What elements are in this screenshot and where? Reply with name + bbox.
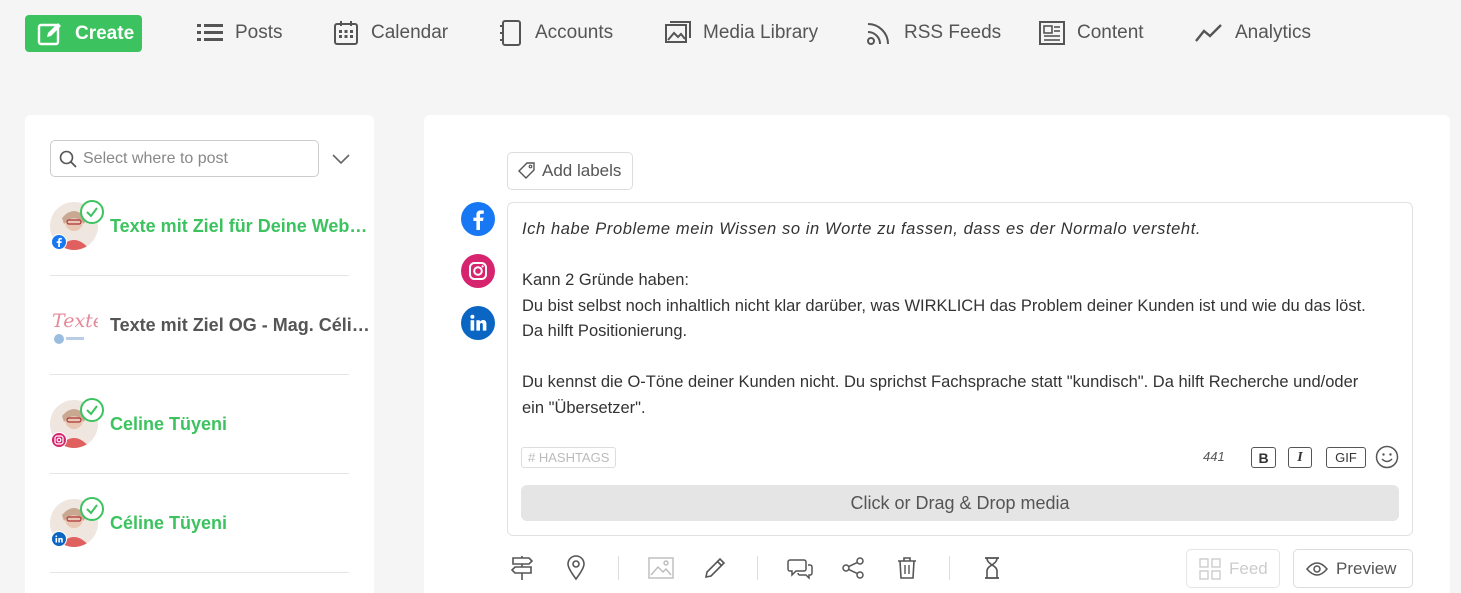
nav-media-library-label: Media Library <box>703 22 819 43</box>
post-text-area[interactable]: Ich habe Probleme mein Wissen so in Wort… <box>507 202 1413 536</box>
account-avatar <box>50 200 104 250</box>
nav-analytics-label: Analytics <box>1235 22 1312 43</box>
post-text[interactable]: Ich habe Probleme mein Wissen so in Wort… <box>522 217 1402 421</box>
account-item[interactable]: Texte mit Ziel für Deine Web… <box>50 177 367 276</box>
calendar-icon <box>333 20 359 46</box>
post-line: Du kennst die O-Töne deiner Kunden nicht… <box>522 373 1359 391</box>
post-line: ein "Übersetzer". <box>522 398 646 417</box>
nav-media-library[interactable]: Media Library <box>665 18 818 48</box>
nav-posts-label: Posts <box>235 22 283 43</box>
trend-icon <box>1195 23 1223 43</box>
account-avatar: Texte <box>50 301 98 349</box>
nav-accounts[interactable]: Accounts <box>499 18 613 48</box>
chevron-down-icon[interactable] <box>331 149 351 169</box>
emoji-icon[interactable] <box>1375 445 1399 469</box>
account-name: Celine Tüyeni <box>110 413 228 434</box>
feed-button[interactable]: Feed <box>1186 549 1280 588</box>
nav-accounts-label: Accounts <box>535 22 614 43</box>
account-name: Texte mit Ziel für Deine Web… <box>110 215 368 236</box>
nav-rss-feeds[interactable]: RSS Feeds <box>866 18 1001 48</box>
italic-button[interactable]: I <box>1288 447 1312 468</box>
post-line: Da hilft Positionierung. <box>522 322 688 340</box>
post-line <box>522 345 1402 371</box>
linkedin-icon <box>51 531 67 547</box>
edit-icon <box>37 22 61 45</box>
instagram-icon <box>51 432 67 448</box>
post-line: Ich habe Probleme mein Wissen so in Wort… <box>522 220 1202 238</box>
account-avatar <box>50 398 104 448</box>
accounts-icon <box>499 20 523 46</box>
facebook-icon[interactable] <box>461 202 495 236</box>
hourglass-icon[interactable] <box>979 555 1005 581</box>
preview-label: Preview <box>1336 558 1397 578</box>
media-drop-zone[interactable]: Click or Drag & Drop media <box>521 485 1399 521</box>
eye-icon <box>1306 561 1328 576</box>
comments-icon[interactable] <box>787 555 813 581</box>
share-icon[interactable] <box>840 555 866 581</box>
nav-calendar[interactable]: Calendar <box>333 18 448 48</box>
nav-analytics[interactable]: Analytics <box>1195 18 1311 48</box>
signpost-icon[interactable] <box>509 555 535 581</box>
account-search-input[interactable] <box>83 149 303 168</box>
rss-icon <box>866 20 892 46</box>
toolbar-divider <box>949 556 950 580</box>
image-icon[interactable] <box>648 555 674 581</box>
linkedin-icon[interactable] <box>461 306 495 340</box>
brand-logo: Texte <box>50 301 98 349</box>
account-item[interactable]: Texte Texte mit Ziel OG - Mag. Céli… <box>50 276 370 375</box>
preview-button[interactable]: Preview <box>1293 549 1413 588</box>
instagram-icon[interactable] <box>461 254 495 288</box>
post-editor-panel: Add labels Ich habe Probleme mein Wissen… <box>424 115 1450 593</box>
logo-text: Texte <box>52 310 98 332</box>
toolbar-divider <box>757 556 758 580</box>
account-name: Texte mit Ziel OG - Mag. Céli… <box>110 314 370 335</box>
tag-icon <box>518 162 535 179</box>
post-line: Du bist selbst noch inhaltlich nicht kla… <box>522 296 1366 315</box>
create-label: Create <box>75 22 135 44</box>
account-item[interactable]: Céline Tüyeni <box>50 474 349 573</box>
trash-icon[interactable] <box>894 555 920 581</box>
selected-check-icon <box>80 398 104 422</box>
post-line <box>522 243 1402 269</box>
add-labels-label: Add labels <box>542 161 622 180</box>
bold-button[interactable]: B <box>1251 447 1276 468</box>
nav-calendar-label: Calendar <box>371 22 449 43</box>
account-selector-panel: Texte mit Ziel für Deine Web… Texte Text… <box>25 115 374 593</box>
image-icon <box>665 21 691 45</box>
hashtags-button[interactable]: # HASHTAGS <box>521 447 617 468</box>
feed-label: Feed <box>1229 558 1268 578</box>
account-name: Céline Tüyeni <box>110 512 228 533</box>
selected-check-icon <box>80 200 104 224</box>
gif-button[interactable]: GIF <box>1326 447 1366 468</box>
nav-content[interactable]: Content <box>1039 18 1144 48</box>
selected-check-icon <box>80 497 104 521</box>
account-avatar <box>50 497 104 547</box>
location-icon[interactable] <box>563 555 589 581</box>
account-item[interactable]: Celine Tüyeni <box>50 375 349 474</box>
post-line: Kann 2 Gründe haben: <box>522 271 689 289</box>
grid-icon <box>1199 557 1221 580</box>
nav-content-label: Content <box>1077 22 1144 43</box>
toolbar-divider <box>618 556 619 580</box>
facebook-icon <box>51 234 67 250</box>
top-nav: Create Posts Calendar Accounts Media Lib… <box>0 0 1461 66</box>
nav-rss-feeds-label: RSS Feeds <box>904 22 1002 43</box>
pencil-icon[interactable] <box>702 555 728 581</box>
list-icon <box>197 22 223 44</box>
char-count: 441 <box>1203 449 1225 464</box>
create-button[interactable]: Create <box>25 15 142 52</box>
account-search <box>50 140 319 177</box>
newspaper-icon <box>1039 21 1065 45</box>
search-icon <box>59 150 77 168</box>
add-labels-button[interactable]: Add labels <box>507 152 633 190</box>
nav-posts[interactable]: Posts <box>197 18 283 48</box>
